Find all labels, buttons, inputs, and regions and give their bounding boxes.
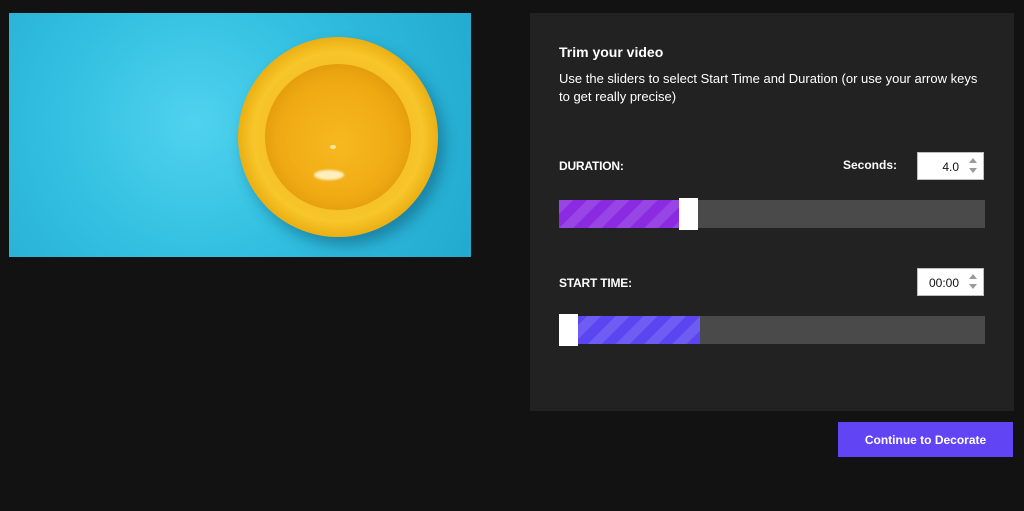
start-time-label: START TIME: — [559, 276, 632, 290]
start-time-value: 00:00 — [928, 276, 959, 290]
duration-slider[interactable] — [559, 198, 985, 230]
start-time-slider-handle[interactable] — [559, 314, 578, 346]
video-preview — [9, 13, 471, 257]
start-time-slider[interactable] — [559, 314, 985, 346]
bowl-highlight-small — [330, 145, 336, 149]
chevron-down-icon[interactable] — [969, 284, 977, 289]
seconds-spinner[interactable] — [967, 156, 979, 176]
start-time-spinner[interactable] — [967, 272, 979, 292]
start-time-input[interactable]: 00:00 — [917, 268, 984, 296]
trim-page: Trim your video Use the sliders to selec… — [0, 0, 1024, 511]
seconds-label: Seconds: — [843, 158, 898, 172]
bowl-image — [238, 37, 438, 237]
bowl-highlight — [314, 170, 344, 180]
continue-to-decorate-button[interactable]: Continue to Decorate — [838, 422, 1013, 457]
panel-description: Use the sliders to select Start Time and… — [559, 71, 978, 104]
start-time-slider-fill — [559, 316, 700, 344]
seconds-input[interactable]: 4.0 — [917, 152, 984, 180]
chevron-down-icon[interactable] — [969, 168, 977, 173]
chevron-up-icon[interactable] — [969, 158, 977, 163]
chevron-up-icon[interactable] — [969, 274, 977, 279]
panel-title: Trim your video — [559, 44, 664, 60]
duration-slider-fill — [559, 200, 689, 228]
trim-panel: Trim your video Use the sliders to selec… — [530, 13, 1014, 411]
duration-label: DURATION: — [559, 159, 624, 173]
seconds-value: 4.0 — [942, 160, 959, 174]
duration-slider-handle[interactable] — [679, 198, 698, 230]
bowl-inner — [265, 64, 411, 210]
